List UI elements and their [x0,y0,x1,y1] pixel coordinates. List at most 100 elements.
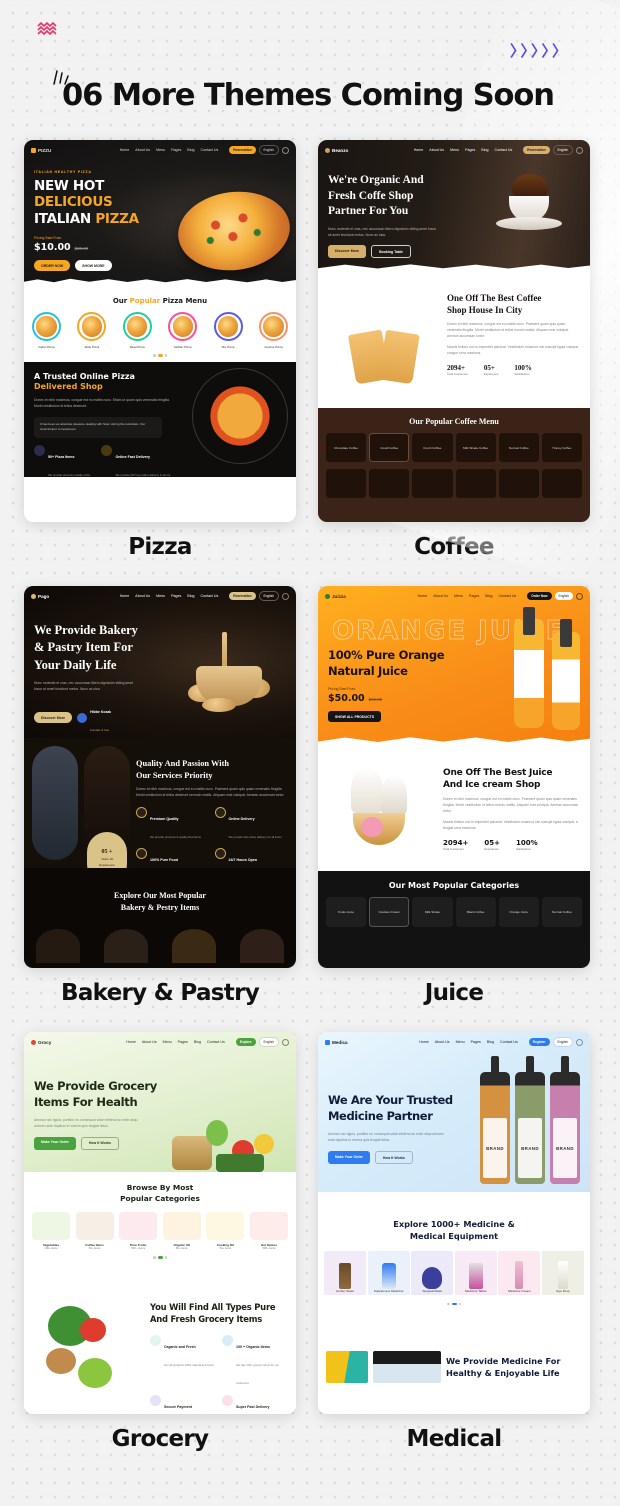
language-selector[interactable]: English [554,592,573,600]
theme-card-pizza[interactable]: PIZZU Home About Us Menu Pages Blog Cont… [24,140,296,522]
coffee-menu-tile[interactable]: Could Coffee [369,433,410,462]
juice-category-tile[interactable]: Cookies Cream [369,897,410,927]
nav-link-home[interactable]: Home [120,594,130,598]
grocery-category[interactable]: Coffee Items 60+ items [75,1212,114,1250]
nav-link-menu[interactable]: Menu [456,1040,465,1044]
juice-category-tile[interactable]: Orange Juice [498,897,539,927]
coffee-menu-tile[interactable] [412,469,453,498]
language-selector[interactable]: English [258,145,279,155]
language-selector[interactable]: English [552,1037,573,1047]
juice-category-tile[interactable]: Normal Coffee [541,897,582,927]
grocery-category[interactable]: Hot Spices 500+ items [249,1212,288,1250]
coffee-menu-tile[interactable] [498,469,539,498]
theme-card-coffee[interactable]: Beanzo Home About Us Menu Pages Blog Con… [318,140,590,522]
bakery-product-thumb[interactable] [104,929,148,964]
nav-link-about[interactable]: About Us [429,148,444,152]
bakery-logo[interactable]: Pago [31,593,49,599]
explore-button[interactable]: Explore [235,1038,256,1046]
make-order-button[interactable]: Make Your Order [34,1136,76,1150]
carousel-dots[interactable] [32,354,288,357]
pizza-menu-item[interactable]: Italian Pizza [32,312,61,349]
theme-card-grocery[interactable]: Grocy Home About Us Menu Pages Blog Cont… [24,1032,296,1414]
grocery-logo[interactable]: Grocy [31,1039,51,1045]
coffee-menu-tile[interactable] [455,469,496,498]
nav-link-blog[interactable]: Blog [487,1040,494,1044]
coffee-menu-tile[interactable] [369,469,410,498]
medical-product-tile[interactable]: Amber Glass [324,1250,366,1295]
nav-link-pages[interactable]: Pages [469,594,479,598]
nav-link-blog[interactable]: Blog [194,1040,201,1044]
nav-link-contact[interactable]: Contact Us [207,1040,225,1044]
discover-more-button[interactable]: Discover More [34,712,73,724]
carousel-dots[interactable] [324,1302,584,1306]
nav-link-pages[interactable]: Pages [465,148,475,152]
how-it-works-button[interactable]: How It Works [374,1151,413,1165]
coffee-menu-tile[interactable]: Chocolate Coffee [326,433,367,462]
booking-table-button[interactable]: Booking Table [371,245,411,259]
juice-category-tile[interactable]: Fruits Juice [326,897,367,927]
bakery-product-thumb[interactable] [172,929,216,964]
nav-link-home[interactable]: Home [419,1040,429,1044]
theme-card-medical[interactable]: Medica Home About Us Menu Pages Blog Con… [318,1032,590,1414]
order-now-button[interactable]: Order Now [527,592,552,600]
pizza-menu-item[interactable]: Slide Pizza [77,312,107,349]
search-icon[interactable] [282,146,289,154]
medical-product-tile[interactable]: Medicine Tablet [454,1250,497,1295]
nav-link-menu[interactable]: Menu [163,1040,172,1044]
nav-link-menu[interactable]: Menu [156,594,165,598]
grocery-category[interactable]: Pure Fruits 500 + items [119,1212,158,1250]
grocery-category[interactable]: Vegetables 100+ items [32,1212,70,1250]
medical-product-tile[interactable]: Medicine Cream [498,1250,541,1295]
nav-link-contact[interactable]: Contact Us [500,1040,518,1044]
medical-logo[interactable]: Medica [325,1039,348,1045]
show-all-products-button[interactable]: SHOW ALL PRODUCTS [328,711,382,723]
reservation-button[interactable]: Reservation [229,146,256,154]
medical-product-tile[interactable]: Supplement Medicine [367,1250,410,1295]
language-selector[interactable]: English [258,591,279,601]
nav-link-blog[interactable]: Blog [481,148,488,152]
bakery-product-thumb[interactable] [240,929,284,964]
search-icon[interactable] [576,592,583,600]
nav-link-pages[interactable]: Pages [178,1040,188,1044]
discover-more-button[interactable]: Discover More [328,245,367,259]
nav-link-pages[interactable]: Pages [471,1040,481,1044]
language-selector[interactable]: English [552,145,573,155]
nav-link-about[interactable]: About Us [435,1040,450,1044]
pizza-menu-item[interactable]: Sicilian Pizza [168,312,198,349]
search-icon[interactable] [282,592,289,600]
carousel-dots[interactable] [32,1256,288,1259]
coffee-menu-tile[interactable]: Normal Coffee [498,433,539,462]
pizza-menu-item[interactable]: Cuisine Pizza [258,312,288,349]
medical-product-tile[interactable]: Eye Drop [541,1250,584,1295]
nav-link-contact[interactable]: Contact Us [201,148,219,152]
nav-link-pages[interactable]: Pages [171,148,181,152]
nav-link-blog[interactable]: Blog [485,594,492,598]
juice-category-tile[interactable]: Milk Shake [412,897,453,927]
nav-link-contact[interactable]: Contact Us [495,148,513,152]
make-order-button[interactable]: Make Your Order [328,1151,370,1165]
pizza-menu-item[interactable]: Mix Pizza [213,312,243,349]
pizza-menu-item[interactable]: Meat Pizza [122,312,152,349]
theme-card-bakery[interactable]: Pago Home About Us Menu Pages Blog Conta… [24,586,296,968]
coffee-logo[interactable]: Beanzo [325,147,348,153]
nav-link-menu[interactable]: Menu [454,594,463,598]
search-icon[interactable] [282,1038,289,1046]
nav-link-about[interactable]: About Us [135,148,150,152]
juice-category-tile[interactable]: Black Coffee [455,897,496,927]
coffee-menu-tile[interactable] [326,469,367,498]
bakery-product-thumb[interactable] [36,929,80,964]
coffee-menu-tile[interactable]: Honey Coffee [541,433,582,462]
order-now-button[interactable]: ORDER NOW [34,260,71,272]
nav-link-home[interactable]: Home [414,148,424,152]
nav-link-home[interactable]: Home [418,594,428,598]
nav-link-home[interactable]: Home [126,1040,136,1044]
theme-card-juice[interactable]: Juizza Home About Us Menu Pages Blog Con… [318,586,590,968]
juice-logo[interactable]: Juizza [325,593,346,599]
language-selector[interactable]: English [258,1037,279,1047]
search-icon[interactable] [576,1038,583,1046]
nav-link-home[interactable]: Home [120,148,130,152]
reservation-button[interactable]: Reservation [229,592,256,600]
reservation-button[interactable]: Reservation [523,146,550,154]
show-more-button[interactable]: SHOW MORE [75,260,112,272]
nav-link-about[interactable]: About Us [142,1040,157,1044]
